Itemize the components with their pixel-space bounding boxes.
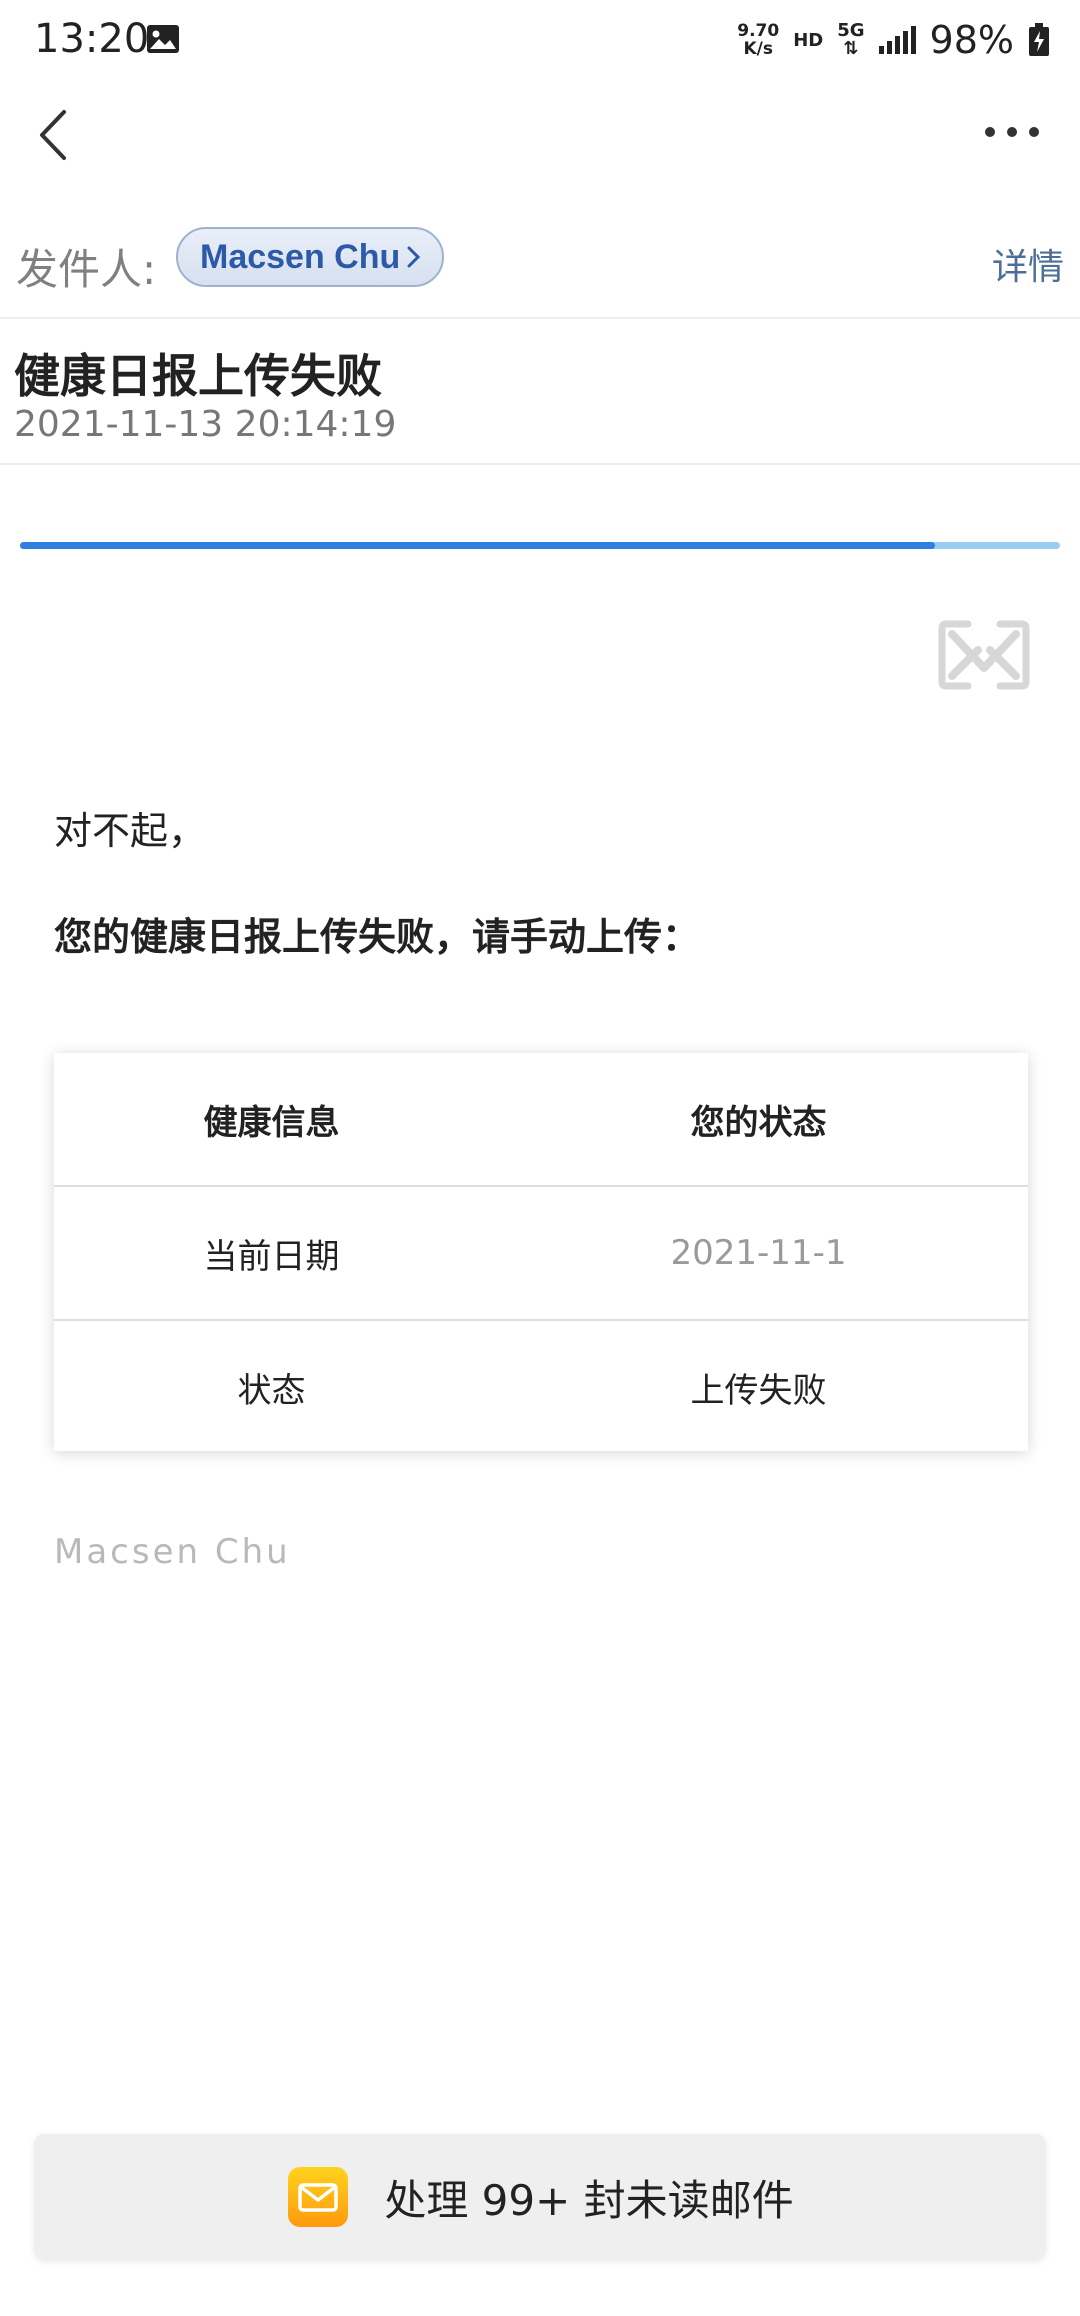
load-progress-fill: [20, 542, 935, 549]
network-speed-value: 9.70: [737, 21, 780, 41]
process-unread-button[interactable]: 处理 99+ 封未读邮件: [34, 2134, 1046, 2260]
data-transfer-icon: ⇅: [843, 38, 859, 59]
sender-label: 发件人:: [16, 245, 157, 294]
divider: [0, 463, 1080, 465]
network-type: 5G ⇅: [837, 22, 864, 58]
signal-icon: [878, 26, 916, 54]
body-greeting: 对不起，: [54, 809, 207, 853]
unread-label: 处理 99+ 封未读邮件: [384, 2175, 794, 2225]
table-cell: 状态: [237, 1370, 306, 1411]
battery-charging-icon: [1029, 23, 1049, 56]
chevron-right-icon: [407, 246, 421, 268]
status-indicators: 9.70 K/s HD 5G ⇅ 98%: [737, 18, 1050, 62]
table-header-cell: 健康信息: [203, 1102, 340, 1143]
health-info-table: 健康信息 您的状态 当前日期 2021-11-1 状态 上传失败: [54, 1053, 1028, 1451]
network-speed: 9.70 K/s: [737, 22, 779, 58]
hd-indicator: HD: [793, 29, 824, 51]
details-link[interactable]: 详情: [992, 238, 1064, 290]
image-notification-icon: [147, 25, 179, 53]
table-cell: 当前日期: [203, 1236, 340, 1277]
email-subject: 健康日报上传失败: [14, 349, 382, 403]
signature: Macsen Chu: [54, 1532, 291, 1572]
table-cell: 2021-11-1: [670, 1233, 847, 1273]
table-row: 当前日期 2021-11-1: [54, 1187, 1028, 1319]
table-cell: 上传失败: [690, 1370, 827, 1411]
sender-chip[interactable]: Macsen Chu: [176, 227, 444, 287]
body-message: 您的健康日报上传失败，请手动上传：: [54, 915, 701, 959]
sender-name: Macsen Chu: [200, 237, 401, 276]
table-row: 状态 上传失败: [54, 1321, 1028, 1453]
mail-icon: [288, 2167, 349, 2227]
divider: [0, 317, 1080, 319]
table-header-row: 健康信息 您的状态: [54, 1053, 1028, 1185]
more-options-icon[interactable]: [984, 124, 1040, 140]
email-date: 2021-11-13 20:14:19: [14, 404, 397, 445]
network-speed-unit: K/s: [743, 39, 773, 59]
brand-logo-icon: [938, 620, 1030, 690]
battery-percent: 98%: [929, 18, 1014, 62]
table-header-cell: 您的状态: [690, 1102, 827, 1143]
back-arrow-icon[interactable]: [34, 106, 74, 164]
status-time: 13:20: [34, 16, 150, 62]
